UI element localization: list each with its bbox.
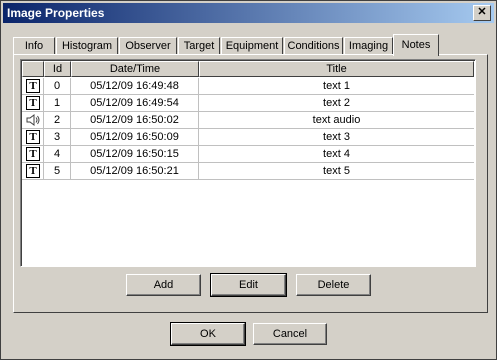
tab-info[interactable]: Info [13,37,55,55]
text-note-icon: T [26,96,40,110]
note-title: text 5 [323,165,350,177]
column-header-datetime[interactable]: Date/Time [71,61,199,77]
table-row[interactable]: T 0 05/12/09 16:49:48 text 1 [22,78,474,95]
note-title: text audio [312,114,361,126]
note-type-cell [22,112,44,128]
speaker-icon [26,114,40,126]
table-row[interactable]: T 3 05/12/09 16:50:09 text 3 [22,129,474,146]
dialog-title: Image Properties [7,6,105,20]
note-type-cell: T [22,95,44,111]
text-note-icon: T [26,79,40,93]
tab-target[interactable]: Target [178,37,220,55]
cancel-button[interactable]: Cancel [253,323,327,345]
image-properties-dialog: Image Properties ✕ Info Histogram Observ… [0,0,497,360]
text-note-icon: T [26,164,40,178]
table-row[interactable]: 2 05/12/09 16:50:02 text audio [22,112,474,129]
note-id: 3 [44,129,71,145]
tab-notes[interactable]: Notes [393,34,439,56]
note-type-cell: T [22,129,44,145]
tab-conditions[interactable]: Conditions [284,37,343,55]
column-header-type[interactable] [22,61,44,77]
note-title: text 1 [323,80,350,92]
ok-button[interactable]: OK [170,322,246,346]
edit-button[interactable]: Edit [210,273,287,297]
column-header-title[interactable]: Title [199,61,474,77]
text-note-icon: T [26,130,40,144]
note-type-cell: T [22,78,44,94]
note-type-cell: T [22,146,44,162]
add-button[interactable]: Add [126,274,201,296]
notes-list[interactable]: Id Date/Time Title T 0 05/12/09 16:49:48… [20,59,476,267]
note-id: 1 [44,95,71,111]
note-title: text 3 [323,131,350,143]
note-id: 0 [44,78,71,94]
note-datetime: 05/12/09 16:50:15 [71,146,199,162]
note-datetime: 05/12/09 16:50:21 [71,163,199,179]
tab-observer[interactable]: Observer [119,37,177,55]
tab-imaging[interactable]: Imaging [344,37,393,55]
table-row[interactable]: T 1 05/12/09 16:49:54 text 2 [22,95,474,112]
note-id: 2 [44,112,71,128]
note-id: 4 [44,146,71,162]
table-row[interactable]: T 4 05/12/09 16:50:15 text 4 [22,146,474,163]
title-bar[interactable]: Image Properties ✕ [3,3,494,23]
tab-histogram[interactable]: Histogram [56,37,118,55]
table-row[interactable]: T 5 05/12/09 16:50:21 text 5 [22,163,474,180]
note-datetime: 05/12/09 16:49:54 [71,95,199,111]
note-datetime: 05/12/09 16:50:09 [71,129,199,145]
note-type-cell: T [22,163,44,179]
text-note-icon: T [26,147,40,161]
note-title: text 2 [323,97,350,109]
close-button[interactable]: ✕ [473,5,491,21]
note-datetime: 05/12/09 16:49:48 [71,78,199,94]
column-header-id[interactable]: Id [44,61,71,77]
tab-equipment[interactable]: Equipment [221,37,283,55]
note-title: text 4 [323,148,350,160]
notes-panel: Id Date/Time Title T 0 05/12/09 16:49:48… [13,54,488,313]
delete-button[interactable]: Delete [296,274,371,296]
note-id: 5 [44,163,71,179]
note-datetime: 05/12/09 16:50:02 [71,112,199,128]
